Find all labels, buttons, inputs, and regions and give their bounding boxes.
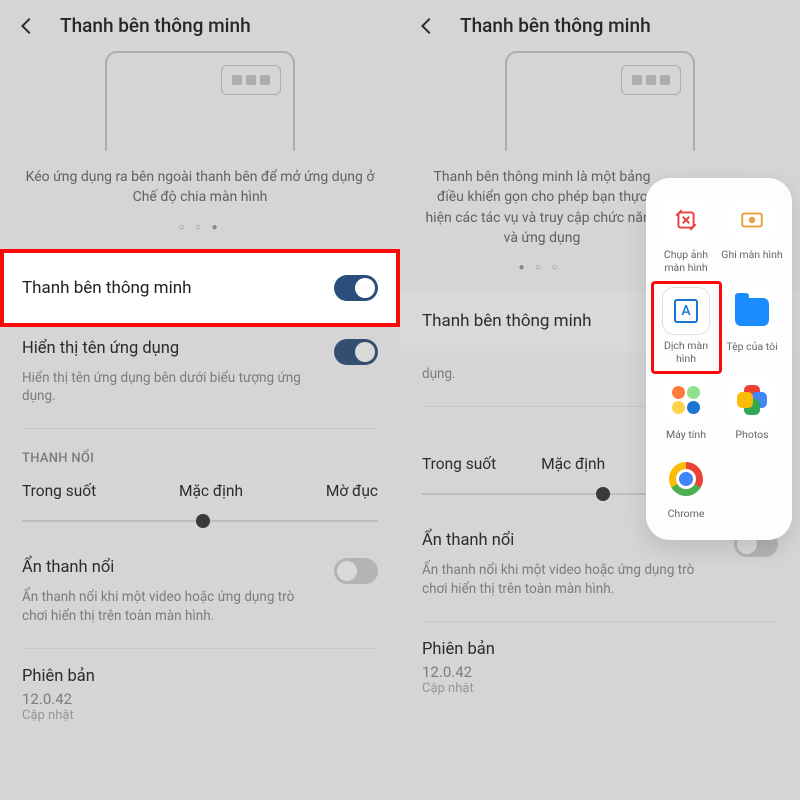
description-text: Kéo ứng dụng ra bên ngoài thanh bên để m… (0, 163, 400, 222)
record-icon (728, 196, 776, 244)
version-sub: Cập nhật (22, 708, 378, 723)
sidebar-item-label: Dịch màn hình (654, 339, 719, 365)
sidebar-item-chrome[interactable]: Chrome (654, 451, 718, 528)
version-number: 12.0.42 (22, 690, 378, 708)
illustration (105, 51, 295, 151)
header: Thanh bên thông minh (400, 0, 800, 51)
sidebar-item-label: Chrome (668, 507, 705, 520)
page-title: Thanh bên thông minh (60, 14, 251, 37)
photos-icon (728, 376, 776, 424)
version-title: Phiên bản (22, 667, 378, 686)
page-title: Thanh bên thông minh (460, 14, 651, 37)
slider-label-transparent: Trong suốt (22, 482, 96, 500)
sidebar-item-record[interactable]: Ghi màn hình (720, 192, 784, 282)
sidebar-item-calculator[interactable]: Máy tính (654, 372, 718, 449)
slider-label-default: Mặc định (541, 455, 605, 473)
hide-title: Ẩn thanh nổi (22, 558, 114, 577)
back-icon[interactable] (16, 15, 38, 37)
calculator-icon (662, 376, 710, 424)
smart-sidebar-panel[interactable]: Chụp ảnh màn hình Ghi màn hình A Dịch mà… (646, 178, 792, 540)
chrome-icon (662, 455, 710, 503)
back-icon[interactable] (416, 15, 438, 37)
smart-sidebar-toggle-row[interactable]: Thanh bên thông minh (0, 249, 400, 327)
sidebar-item-label: Ghi màn hình (721, 248, 782, 261)
translate-icon: A (662, 287, 710, 335)
illustration (505, 51, 695, 151)
sidebar-item-label: Máy tính (666, 428, 706, 441)
toggle-switch[interactable] (334, 275, 378, 301)
page-dots: ○ ○ ● (0, 222, 400, 251)
appname-sub: Hiển thị tên ứng dụng bên dưới biểu tượn… (22, 369, 378, 407)
folder-icon (728, 288, 776, 336)
header: Thanh bên thông minh (0, 0, 400, 51)
sidebar-item-screenshot[interactable]: Chụp ảnh màn hình (654, 192, 718, 282)
toggle-label: Thanh bên thông minh (22, 278, 191, 298)
sidebar-item-files[interactable]: Tệp của tôi (720, 284, 784, 370)
section-float-bar: THANH NỔI (0, 429, 400, 474)
sidebar-item-photos[interactable]: Photos (720, 372, 784, 449)
appname-toggle[interactable] (334, 339, 378, 365)
left-screen: Thanh bên thông minh Kéo ứng dụng ra bên… (0, 0, 400, 800)
slider-label-transparent: Trong suốt (422, 455, 496, 473)
a-letter: A (674, 299, 698, 323)
version-sub: Cập nhật (422, 681, 778, 696)
slider-thumb[interactable] (196, 514, 210, 528)
version-number: 12.0.42 (422, 663, 778, 681)
right-screen: Thanh bên thông minh Thanh bên thông min… (400, 0, 800, 800)
sidebar-item-label: Photos (735, 428, 768, 441)
hide-bar-row[interactable]: Ẩn thanh nổi Ẩn thanh nổi khi một video … (0, 544, 400, 648)
screenshot-icon (662, 196, 710, 244)
version-row[interactable]: Phiên bản 12.0.42 Cập nhật (0, 649, 400, 741)
toggle-label: Thanh bên thông minh (422, 311, 591, 331)
sidebar-item-translate[interactable]: A Dịch màn hình (651, 281, 722, 374)
opacity-slider[interactable] (22, 520, 378, 522)
appname-title: Hiển thị tên ứng dụng (22, 339, 179, 358)
hide-sub: Ẩn thanh nổi khi một video hoặc ứng dụng… (22, 588, 378, 626)
hide-sub: Ẩn thanh nổi khi một video hoặc ứng dụng… (422, 561, 778, 599)
show-appname-row[interactable]: Hiển thị tên ứng dụng Hiển thị tên ứng d… (0, 325, 400, 429)
slider-thumb[interactable] (596, 487, 610, 501)
slider-label-opaque: Mờ đục (326, 482, 378, 500)
version-title: Phiên bản (422, 640, 778, 659)
sidebar-item-label: Chụp ảnh màn hình (654, 248, 718, 274)
slider-label-default: Mặc định (179, 482, 243, 500)
version-row[interactable]: Phiên bản 12.0.42 Cập nhật (400, 622, 800, 714)
hide-title: Ẩn thanh nổi (422, 531, 514, 550)
sidebar-item-label: Tệp của tôi (726, 340, 777, 353)
slider-labels: Trong suốt Mặc định Mờ đục (0, 474, 400, 512)
hide-toggle[interactable] (334, 558, 378, 584)
